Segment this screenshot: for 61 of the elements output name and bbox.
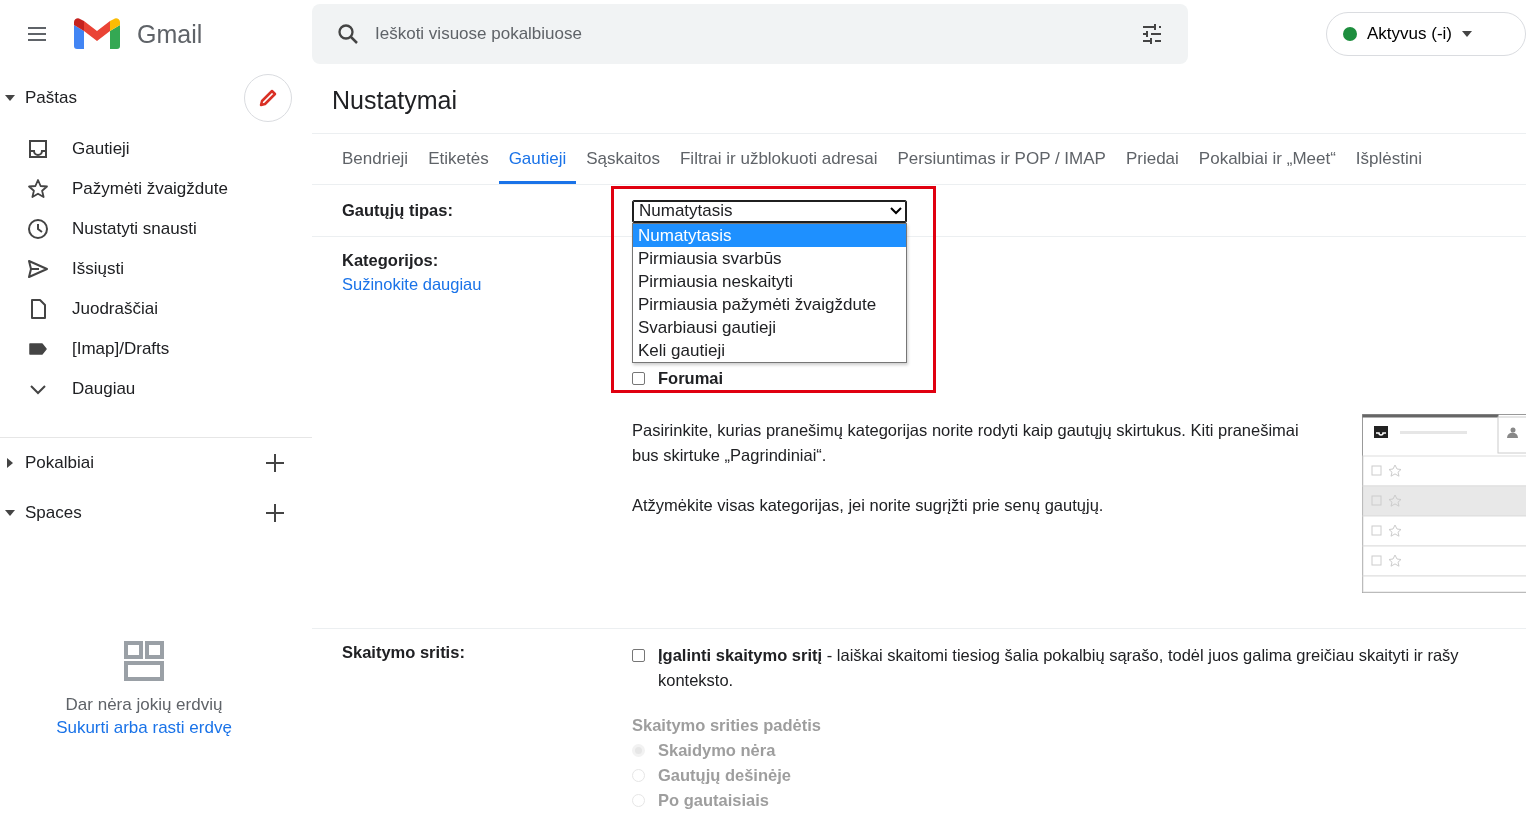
chevron-down-icon bbox=[890, 207, 902, 215]
sidebar-item[interactable]: Nustatyti snausti bbox=[0, 209, 296, 249]
sidebar-item[interactable]: Daugiau bbox=[0, 369, 296, 409]
inbox-type-dropdown[interactable]: Numatytasis bbox=[632, 199, 907, 223]
sidebar-item[interactable]: [Imap]/Drafts bbox=[0, 329, 296, 369]
setting-label: Kategorijos: bbox=[342, 251, 440, 270]
inbox-icon bbox=[26, 137, 50, 161]
learn-more-link[interactable]: Sužinokite daugiau bbox=[342, 275, 632, 294]
create-space-link[interactable]: Sukurti arba rasti erdvę bbox=[56, 718, 232, 738]
settings-tab[interactable]: Sąskaitos bbox=[576, 134, 670, 184]
checkbox[interactable] bbox=[632, 371, 645, 385]
settings-tab[interactable]: Etiketės bbox=[418, 134, 499, 184]
sidebar-item[interactable]: Išsiųsti bbox=[0, 249, 296, 289]
description-text: Pasirinkite, kurias pranešimų kategorijas norite rodyti kaip gautųjų skirtukus. Kiti pranešimai bus skirtuke „Pagrindiniai“. bbox=[632, 420, 1300, 466]
radio-label: Po gautaisiais bbox=[658, 791, 769, 810]
app-name: Gmail bbox=[137, 19, 203, 49]
settings-tab[interactable]: Bendrieji bbox=[332, 134, 419, 184]
plus-icon[interactable] bbox=[265, 503, 285, 523]
empty-message: Dar nėra jokių erdvių bbox=[65, 695, 223, 715]
clock-icon bbox=[26, 217, 50, 241]
checkbox[interactable] bbox=[632, 649, 645, 662]
mail-logo-icon bbox=[74, 17, 120, 51]
settings-tab[interactable]: Priedai bbox=[1115, 134, 1189, 184]
section-title[interactable]: Paštas bbox=[25, 88, 244, 108]
setting-label: Skaitymo sritis: bbox=[342, 643, 466, 663]
search-field[interactable]: Ieškoti visuose pokalbiuose bbox=[373, 18, 1140, 50]
option-description: Įgalinti skaitymo sritį - laiškai skaitomi tiesiog šalia pokalbių sąrašo, todėl juos galima greičiau skaityti ir rašy bbox=[658, 645, 1459, 666]
star-icon bbox=[26, 177, 50, 201]
dropdown-option[interactable]: Pirmiausia svarbūs bbox=[633, 246, 906, 270]
group-label: Skaitymo srities padėtis bbox=[632, 716, 821, 734]
dropdown-option[interactable]: Pirmiausia pažymėti žvaigždute bbox=[633, 292, 906, 316]
sidebar-item[interactable]: Juodraščiai bbox=[0, 289, 296, 329]
setting-label: Gautųjų tipas: bbox=[342, 201, 454, 220]
send-icon bbox=[26, 257, 50, 281]
settings-tab[interactable]: Persiuntimas ir POP / IMAP bbox=[887, 134, 1116, 184]
section-title[interactable]: Pokalbiai bbox=[25, 453, 265, 473]
sidebar-item[interactable]: Gautieji bbox=[0, 129, 296, 169]
settings-tab[interactable]: Filtrai ir užblokuoti adresai bbox=[670, 134, 888, 184]
status-button[interactable]: Aktyvus (-i) bbox=[1326, 12, 1526, 56]
option-description: konteksto. bbox=[658, 671, 734, 689]
dropdown-option[interactable]: Svarbiausi gautieji bbox=[633, 315, 906, 339]
caret-down-icon bbox=[1462, 31, 1472, 37]
search-bar[interactable]: Ieškoti visuose pokalbiuose bbox=[312, 4, 1188, 64]
settings-tab[interactable]: Pokalbiai ir „Meet“ bbox=[1188, 134, 1346, 184]
page-title: Nustatymai bbox=[331, 85, 459, 116]
filter-options-icon[interactable] bbox=[1140, 22, 1164, 46]
sidebar-item[interactable]: Pažymėti žvaigždute bbox=[0, 169, 296, 209]
compose-button[interactable] bbox=[244, 74, 292, 122]
dropdown-option[interactable]: Keli gautieji bbox=[633, 338, 906, 362]
spaces-icon bbox=[124, 641, 164, 681]
radio-label: Gautųjų dešinėje bbox=[658, 766, 791, 785]
checkbox-label: Forumai bbox=[658, 368, 724, 388]
settings-tab[interactable]: Gautieji bbox=[498, 134, 577, 184]
description-text: Atžymėkite visas kategorijas, jei norite sugrįžti prie senų gautųjų. bbox=[632, 495, 1105, 516]
radio-label: Skaidymo nėra bbox=[658, 741, 776, 760]
dropdown-option[interactable]: Pirmiausia neskaityti bbox=[633, 269, 906, 293]
settings-tab[interactable]: Išplėstini bbox=[1345, 134, 1432, 184]
status-dot bbox=[1343, 27, 1357, 41]
search-icon bbox=[336, 22, 360, 46]
section-title[interactable]: Spaces bbox=[25, 503, 265, 523]
plus-icon[interactable] bbox=[265, 453, 285, 473]
